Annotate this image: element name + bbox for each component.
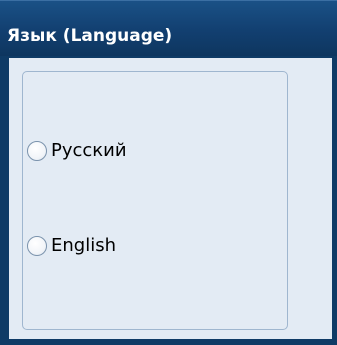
english-option-label: English [51, 235, 116, 256]
russian-option-label: Русский [51, 140, 127, 161]
language-panel: Язык (Language) Русский English [0, 0, 337, 345]
english-radio-button[interactable] [27, 236, 47, 256]
panel-title: Язык (Language) [7, 26, 173, 46]
panel-header: Язык (Language) [0, 0, 337, 56]
language-radio-group [22, 71, 288, 330]
language-option-russian[interactable]: Русский [27, 140, 127, 162]
russian-radio-button[interactable] [27, 141, 47, 161]
language-option-english[interactable]: English [27, 235, 116, 257]
